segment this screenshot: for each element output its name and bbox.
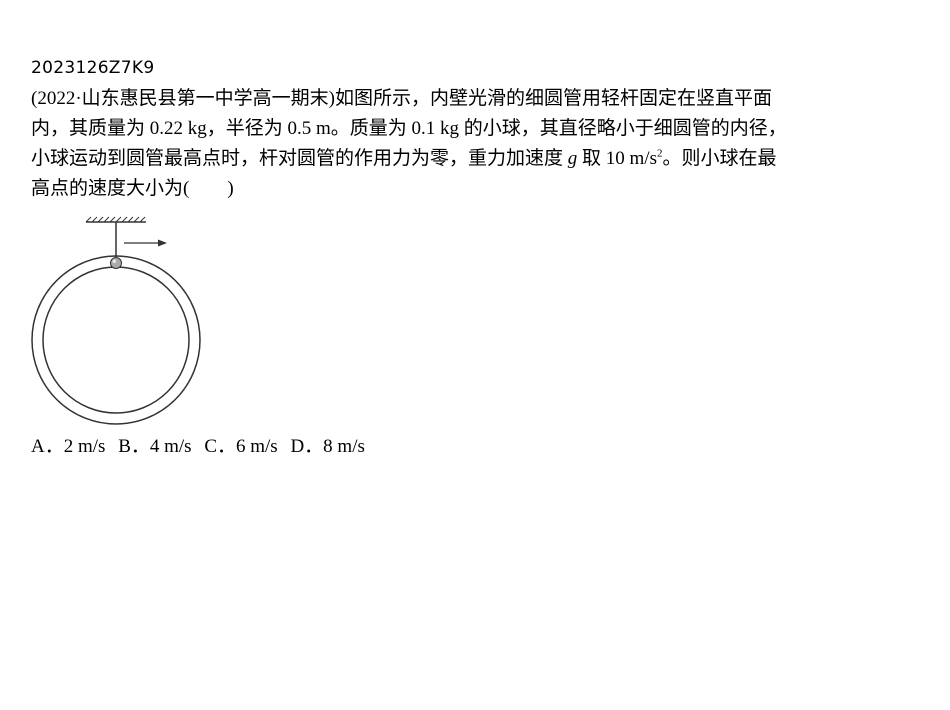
tube-outer-wall <box>31 255 201 425</box>
stem-line-3-b: 取 10 m/s <box>577 148 657 169</box>
stem-line-4: 高点的速度大小为( ) <box>31 178 234 199</box>
ball-icon <box>110 257 122 269</box>
option-a[interactable]: A．2 m/s <box>31 436 105 457</box>
tube-diagram <box>31 216 201 425</box>
gravity-symbol: g <box>567 148 578 169</box>
answer-options: A．2 m/s B．4 m/s C．6 m/s D．8 m/s <box>31 432 373 462</box>
stem-line-3: 小球运动到圆管最高点时，杆对圆管的作用力为零，重力加速度 g 取 10 m/s2… <box>31 144 911 174</box>
velocity-arrow-icon <box>124 239 167 247</box>
option-d[interactable]: D．8 m/s <box>290 436 364 457</box>
stem-line-3-a: 小球运动到圆管最高点时，杆对圆管的作用力为零，重力加速度 <box>31 148 568 169</box>
question-id: 2023126Z7K9 <box>31 58 155 78</box>
stem-line-3-c: 。则小球在最 <box>662 148 777 169</box>
stem-line-2: 内，其质量为 0.22 kg，半径为 0.5 m。质量为 0.1 kg 的小球，… <box>31 118 787 139</box>
ceiling-support-icon <box>85 216 146 223</box>
stem-line-1: (2022·山东惠民县第一中学高一期末)如图所示，内壁光滑的细圆管用轻杆固定在竖… <box>31 88 772 109</box>
option-b[interactable]: B．4 m/s <box>118 436 191 457</box>
option-c[interactable]: C．6 m/s <box>204 436 277 457</box>
question-stem: (2022·山东惠民县第一中学高一期末)如图所示，内壁光滑的细圆管用轻杆固定在竖… <box>31 84 911 204</box>
tube-inner-wall <box>42 266 190 414</box>
